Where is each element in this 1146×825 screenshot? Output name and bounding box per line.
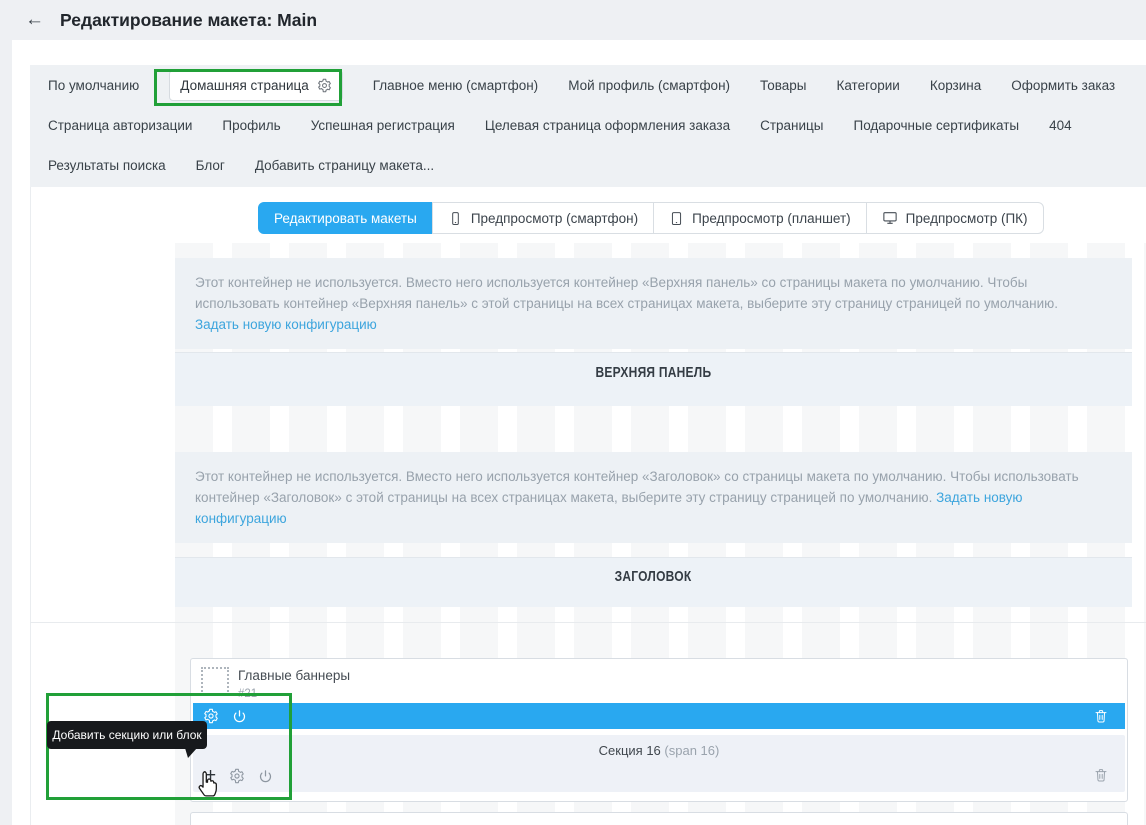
container-title: ВЕРХНЯЯ ПАНЕЛЬ — [596, 364, 712, 381]
subtab-preview-tablet[interactable]: Предпросмотр (планшет) — [653, 202, 867, 234]
tab-my-profile-smartphone[interactable]: Мой профиль (смартфон) — [568, 78, 730, 93]
page-title: Редактирование макета: Main — [60, 10, 317, 31]
set-new-configuration-link[interactable]: Задать новую конфигурацию — [195, 314, 1112, 335]
desktop-icon — [882, 210, 898, 226]
tab-categories[interactable]: Категории — [836, 78, 899, 93]
section-16[interactable]: Секция 16 (span 16) + — [193, 735, 1125, 792]
tab-row-2: Страница авторизации Профиль Успешная ре… — [30, 105, 1146, 145]
tab-pages[interactable]: Страницы — [760, 118, 823, 133]
section-span: (span 16) — [664, 743, 719, 758]
tab-checkout-landing[interactable]: Целевая страница оформления заказа — [485, 118, 730, 133]
smartphone-icon — [448, 211, 463, 226]
block-toolbar — [193, 703, 1125, 729]
container-title: ЗАГОЛОВОК — [615, 568, 692, 585]
mouse-cursor-icon — [195, 770, 219, 805]
section-name: Секция 16 — [599, 743, 661, 758]
subtab-label: Предпросмотр (смартфон) — [471, 211, 638, 226]
tab-checkout[interactable]: Оформить заказ — [1011, 78, 1115, 93]
subtab-label: Предпросмотр (планшет) — [692, 211, 851, 226]
tab-auth-page[interactable]: Страница авторизации — [48, 118, 192, 133]
top-panel-container[interactable]: ВЕРХНЯЯ ПАНЕЛЬ — [175, 352, 1132, 406]
tab-main-menu-smartphone[interactable]: Главное меню (смартфон) — [373, 78, 538, 93]
block-id: #21 — [201, 687, 1125, 701]
tab-label: Домашняя страница — [180, 78, 308, 93]
layout-pages-tab-bar: По умолчанию Домашняя страница Главное м… — [30, 65, 1146, 187]
subtab-label: Предпросмотр (ПК) — [906, 211, 1028, 226]
gear-icon[interactable] — [317, 78, 332, 93]
add-section-tooltip: Добавить секцию или блок — [47, 721, 207, 749]
back-arrow-icon[interactable]: ← — [25, 9, 44, 31]
next-container-card — [190, 812, 1128, 825]
layout-editor-page: ← Редактирование макета: Main По умолчан… — [0, 0, 1146, 825]
page-header: ← Редактирование макета: Main — [0, 0, 1146, 40]
power-icon[interactable] — [258, 769, 273, 784]
tab-products[interactable]: Товары — [760, 78, 806, 93]
tab-row-3: Результаты поиска Блог Добавить страницу… — [30, 145, 1146, 185]
subtab-preview-smartphone[interactable]: Предпросмотр (смартфон) — [432, 202, 654, 234]
gear-icon[interactable] — [229, 768, 245, 784]
section-divider — [30, 622, 1146, 623]
tab-registration-success[interactable]: Успешная регистрация — [311, 118, 455, 133]
trash-icon[interactable] — [1093, 708, 1109, 724]
header-container[interactable]: ЗАГОЛОВОК — [175, 557, 1132, 607]
tab-default[interactable]: По умолчанию — [48, 78, 139, 93]
header-unused-note: Этот контейнер не используется. Вместо н… — [175, 452, 1132, 543]
section-title: Секция 16 (span 16) — [193, 735, 1125, 758]
subtab-preview-desktop[interactable]: Предпросмотр (ПК) — [866, 202, 1044, 234]
note-text: Этот контейнер не используется. Вместо н… — [195, 275, 1058, 311]
block-title: Главные баннеры — [201, 667, 1125, 684]
block-placeholder-icon — [201, 667, 229, 695]
trash-icon[interactable] — [1093, 767, 1109, 783]
tablet-icon — [669, 211, 684, 226]
tab-home-page[interactable]: Домашняя страница — [169, 70, 342, 101]
tab-row-1: По умолчанию Домашняя страница Главное м… — [30, 65, 1146, 105]
tab-blog[interactable]: Блог — [196, 158, 225, 173]
content-container-card: Главные баннеры #21 Секция 16 (span 16) … — [190, 658, 1128, 802]
tab-404[interactable]: 404 — [1049, 118, 1072, 133]
tab-cart[interactable]: Корзина — [930, 78, 981, 93]
tooltip-text: Добавить секцию или блок — [52, 728, 201, 742]
power-icon[interactable] — [232, 709, 247, 724]
tab-add-layout-page[interactable]: Добавить страницу макета... — [255, 158, 434, 173]
tab-gift-certificates[interactable]: Подарочные сертификаты — [854, 118, 1020, 133]
top-panel-unused-note: Этот контейнер не используется. Вместо н… — [175, 258, 1132, 349]
tab-search-results[interactable]: Результаты поиска — [48, 158, 166, 173]
view-mode-switcher: Редактировать макеты Предпросмотр (смарт… — [258, 202, 1044, 234]
subtab-edit-layouts[interactable]: Редактировать макеты — [258, 202, 433, 234]
tab-profile[interactable]: Профиль — [222, 118, 280, 133]
block-main-banners[interactable]: Главные баннеры #21 — [193, 661, 1125, 707]
